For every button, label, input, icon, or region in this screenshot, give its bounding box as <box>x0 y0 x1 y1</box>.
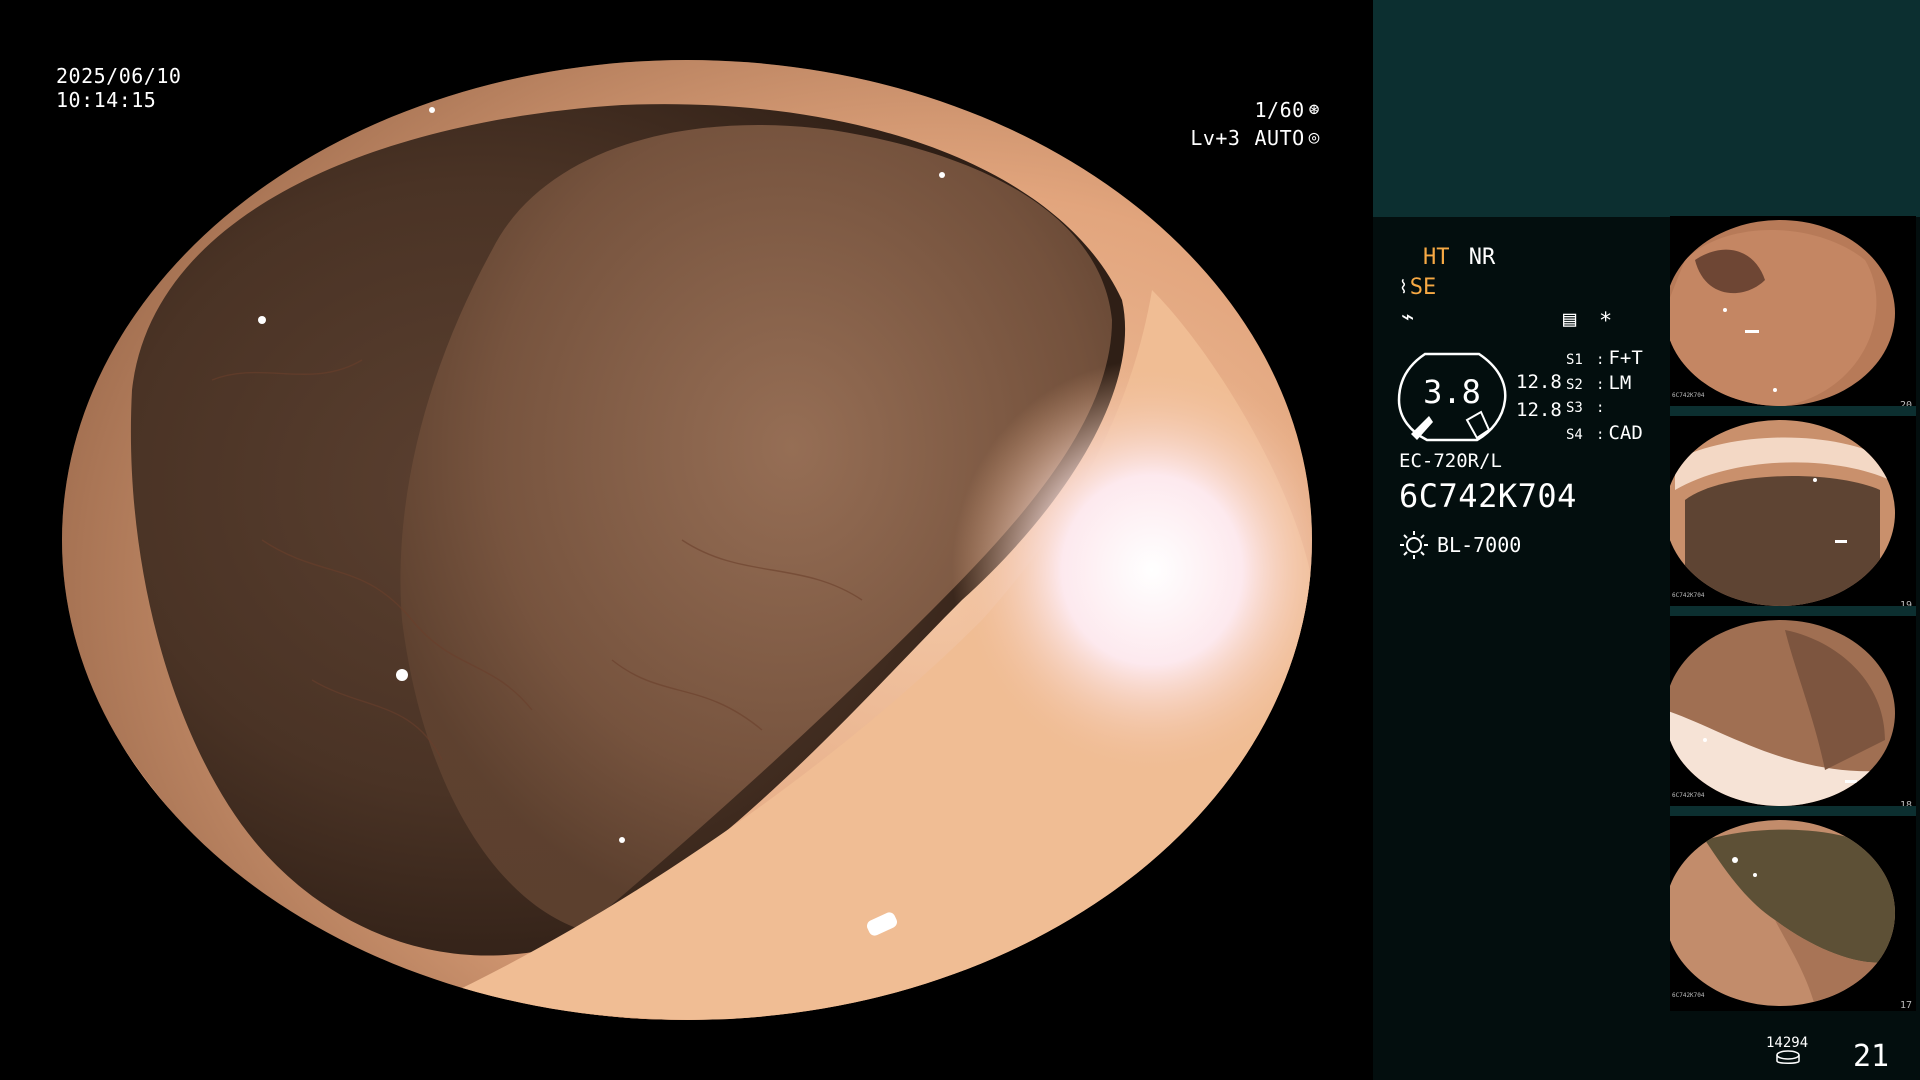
ht-label: HT <box>1423 245 1450 270</box>
gauge-value: 3.8 <box>1423 373 1481 411</box>
wave-icon: ⌇ <box>1399 277 1408 298</box>
scope-serial: 6C742K704 <box>1399 477 1577 515</box>
nr-label: NR <box>1468 245 1496 270</box>
thumbnail-2[interactable]: 6C742K704 19 <box>1670 416 1916 611</box>
thumbnail-index: 17 <box>1899 1000 1912 1011</box>
thumbnail-divider <box>1670 406 1916 416</box>
readout-2: 12.8 <box>1516 399 1562 421</box>
se-label: SE <box>1409 275 1437 300</box>
switch-value: CAD <box>1608 422 1643 444</box>
thumbnail-divider <box>1670 606 1916 616</box>
switch-row-s1: S1 : F+T <box>1566 347 1643 369</box>
asterisk-mark: * <box>1599 309 1613 334</box>
switch-value: F+T <box>1608 347 1643 369</box>
thumbnail-image <box>1670 620 1895 806</box>
thumbnail-image <box>1670 820 1895 1006</box>
processing-flags: HT NR <box>1423 245 1495 271</box>
light-source: BL-7000 <box>1399 530 1521 560</box>
shutter-readout: 1/60 ⊛ <box>1140 98 1320 122</box>
target-icon: ◎ <box>1308 127 1320 148</box>
switch-list: S1 : F+T S2 : LM S3 : S4 : CAD <box>1566 348 1643 448</box>
switch-key: S1 <box>1566 352 1583 368</box>
thumbnail-label: 6C742K704 <box>1672 392 1705 399</box>
switch-value: LM <box>1608 372 1632 394</box>
thumbnail-divider <box>1670 806 1916 816</box>
zigzag-icon: ⌁ <box>1401 305 1415 330</box>
thumbnail-1[interactable]: 6C742K704 20 <box>1670 216 1916 411</box>
thumbnail-label: 6C742K704 <box>1672 592 1705 599</box>
structure-enhancement: ⌇ SE <box>1399 275 1436 301</box>
thumbnail-image <box>1670 220 1895 406</box>
light-source-icon <box>1400 531 1428 559</box>
capture-time: 10:14:15 <box>56 88 157 112</box>
switch-row-s2: S2 : LM <box>1566 372 1632 394</box>
thumbnail-4[interactable]: 6C742K704 17 <box>1670 816 1916 1011</box>
switch-row-s4: S4 : CAD <box>1566 422 1643 444</box>
mucosa-illustration <box>62 60 1312 1020</box>
exposure-mode: AUTO <box>1254 126 1305 150</box>
info-panel-header-block <box>1373 0 1920 217</box>
exposure-readout: Lv+3 AUTO ◎ <box>1140 126 1320 150</box>
thumbnail-image <box>1670 420 1895 606</box>
disk-icon <box>1776 1050 1800 1064</box>
image-count: 21 <box>1853 1039 1890 1074</box>
switch-key: S3 <box>1566 400 1583 416</box>
capture-date: 2025/06/10 <box>56 64 182 88</box>
scope-model: EC-720R/L <box>1399 450 1502 472</box>
endoscope-main-view: 2025/06/10 10:14:15 1/60 ⊛ Lv+3 AUTO ◎ <box>0 0 1373 1080</box>
shutter-value: 1/60 <box>1254 98 1305 122</box>
aperture-icon: ⊛ <box>1308 99 1320 120</box>
thumbnail-label: 6C742K704 <box>1672 992 1705 999</box>
readout-1: 12.8 <box>1516 371 1562 393</box>
switch-key: S4 <box>1566 427 1583 443</box>
switch-key: S2 <box>1566 377 1583 393</box>
thumbnail-label: 6C742K704 <box>1672 792 1705 799</box>
switch-row-s3: S3 : <box>1566 400 1605 416</box>
menu-icon: ▤ <box>1563 307 1577 332</box>
endoscopic-image <box>62 60 1312 1020</box>
light-source-model: BL-7000 <box>1437 533 1522 557</box>
thumbnail-3[interactable]: 6C742K704 18 <box>1670 616 1916 811</box>
level-value: Lv+3 <box>1190 126 1241 150</box>
scope-gauge: 3.8 <box>1397 352 1507 442</box>
